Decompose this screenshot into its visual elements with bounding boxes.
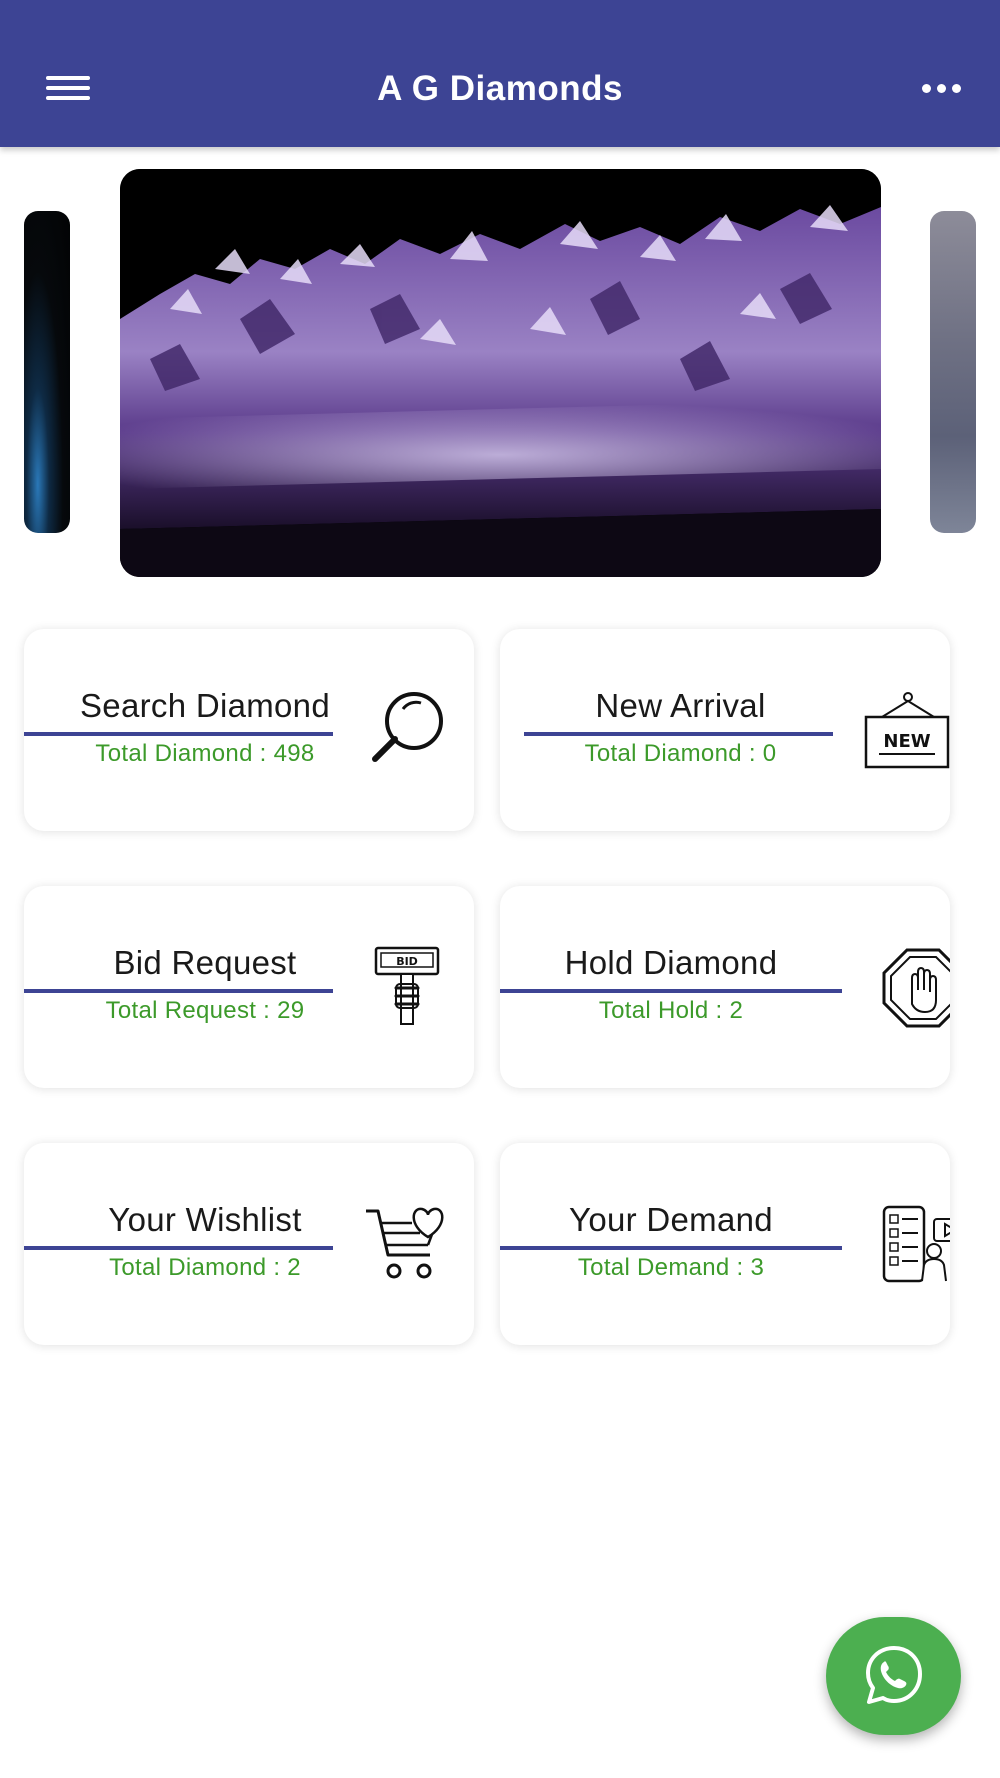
new-arrival-card[interactable]: New Arrival Total Diamond : 0 NEW	[500, 629, 950, 831]
bid-paddle-icon: BID	[374, 946, 440, 1025]
demand-list-icon	[882, 1205, 950, 1283]
card-count: Total Demand : 3	[577, 1254, 765, 1281]
your-demand-card[interactable]: Your Demand Total Demand : 3	[500, 1143, 950, 1345]
new-sign-text: NEW	[883, 731, 930, 752]
carousel-slide-previous[interactable]	[24, 211, 70, 533]
bid-request-card[interactable]: Bid Request Total Request : 29 BID	[24, 886, 474, 1088]
card-divider	[24, 1246, 333, 1250]
app-bar: A G Diamonds	[0, 0, 1000, 147]
banner-carousel[interactable]	[0, 147, 1000, 587]
magnifier-icon	[372, 692, 443, 762]
card-title: Search Diamond	[80, 687, 330, 724]
whatsapp-button[interactable]	[826, 1617, 961, 1735]
hold-diamond-card[interactable]: Hold Diamond Total Hold : 2	[500, 886, 950, 1088]
card-divider	[524, 732, 833, 736]
card-count: Total Hold : 2	[598, 997, 744, 1024]
stop-hand-icon	[882, 948, 950, 1028]
card-count: Total Diamond : 0	[584, 740, 777, 767]
card-title: Bid Request	[113, 944, 297, 981]
amethyst-crystal-image	[120, 169, 881, 577]
more-options-icon[interactable]	[914, 70, 974, 106]
carousel-slide-current[interactable]	[120, 169, 881, 577]
carousel-slide-next[interactable]	[930, 211, 976, 533]
card-divider	[24, 732, 333, 736]
card-title: Your Wishlist	[108, 1201, 302, 1238]
card-title: Your Demand	[569, 1201, 773, 1238]
your-wishlist-card[interactable]: Your Wishlist Total Diamond : 2	[24, 1143, 474, 1345]
cart-heart-icon	[366, 1207, 444, 1279]
card-title: New Arrival	[595, 687, 766, 724]
hamburger-menu-icon[interactable]	[40, 66, 96, 110]
card-count: Total Request : 29	[105, 997, 305, 1024]
new-sign-icon: NEW	[864, 692, 950, 769]
card-divider	[500, 989, 842, 993]
whatsapp-icon	[866, 1646, 922, 1704]
search-diamond-card[interactable]: Search Diamond Total Diamond : 498	[24, 629, 474, 831]
card-divider	[24, 989, 333, 993]
card-count: Total Diamond : 2	[109, 1254, 301, 1281]
card-title: Hold Diamond	[564, 944, 778, 981]
app-title: A G Diamonds	[377, 69, 623, 108]
card-count: Total Diamond : 498	[95, 740, 315, 767]
bid-paddle-text: BID	[396, 955, 418, 968]
card-divider	[500, 1246, 842, 1250]
